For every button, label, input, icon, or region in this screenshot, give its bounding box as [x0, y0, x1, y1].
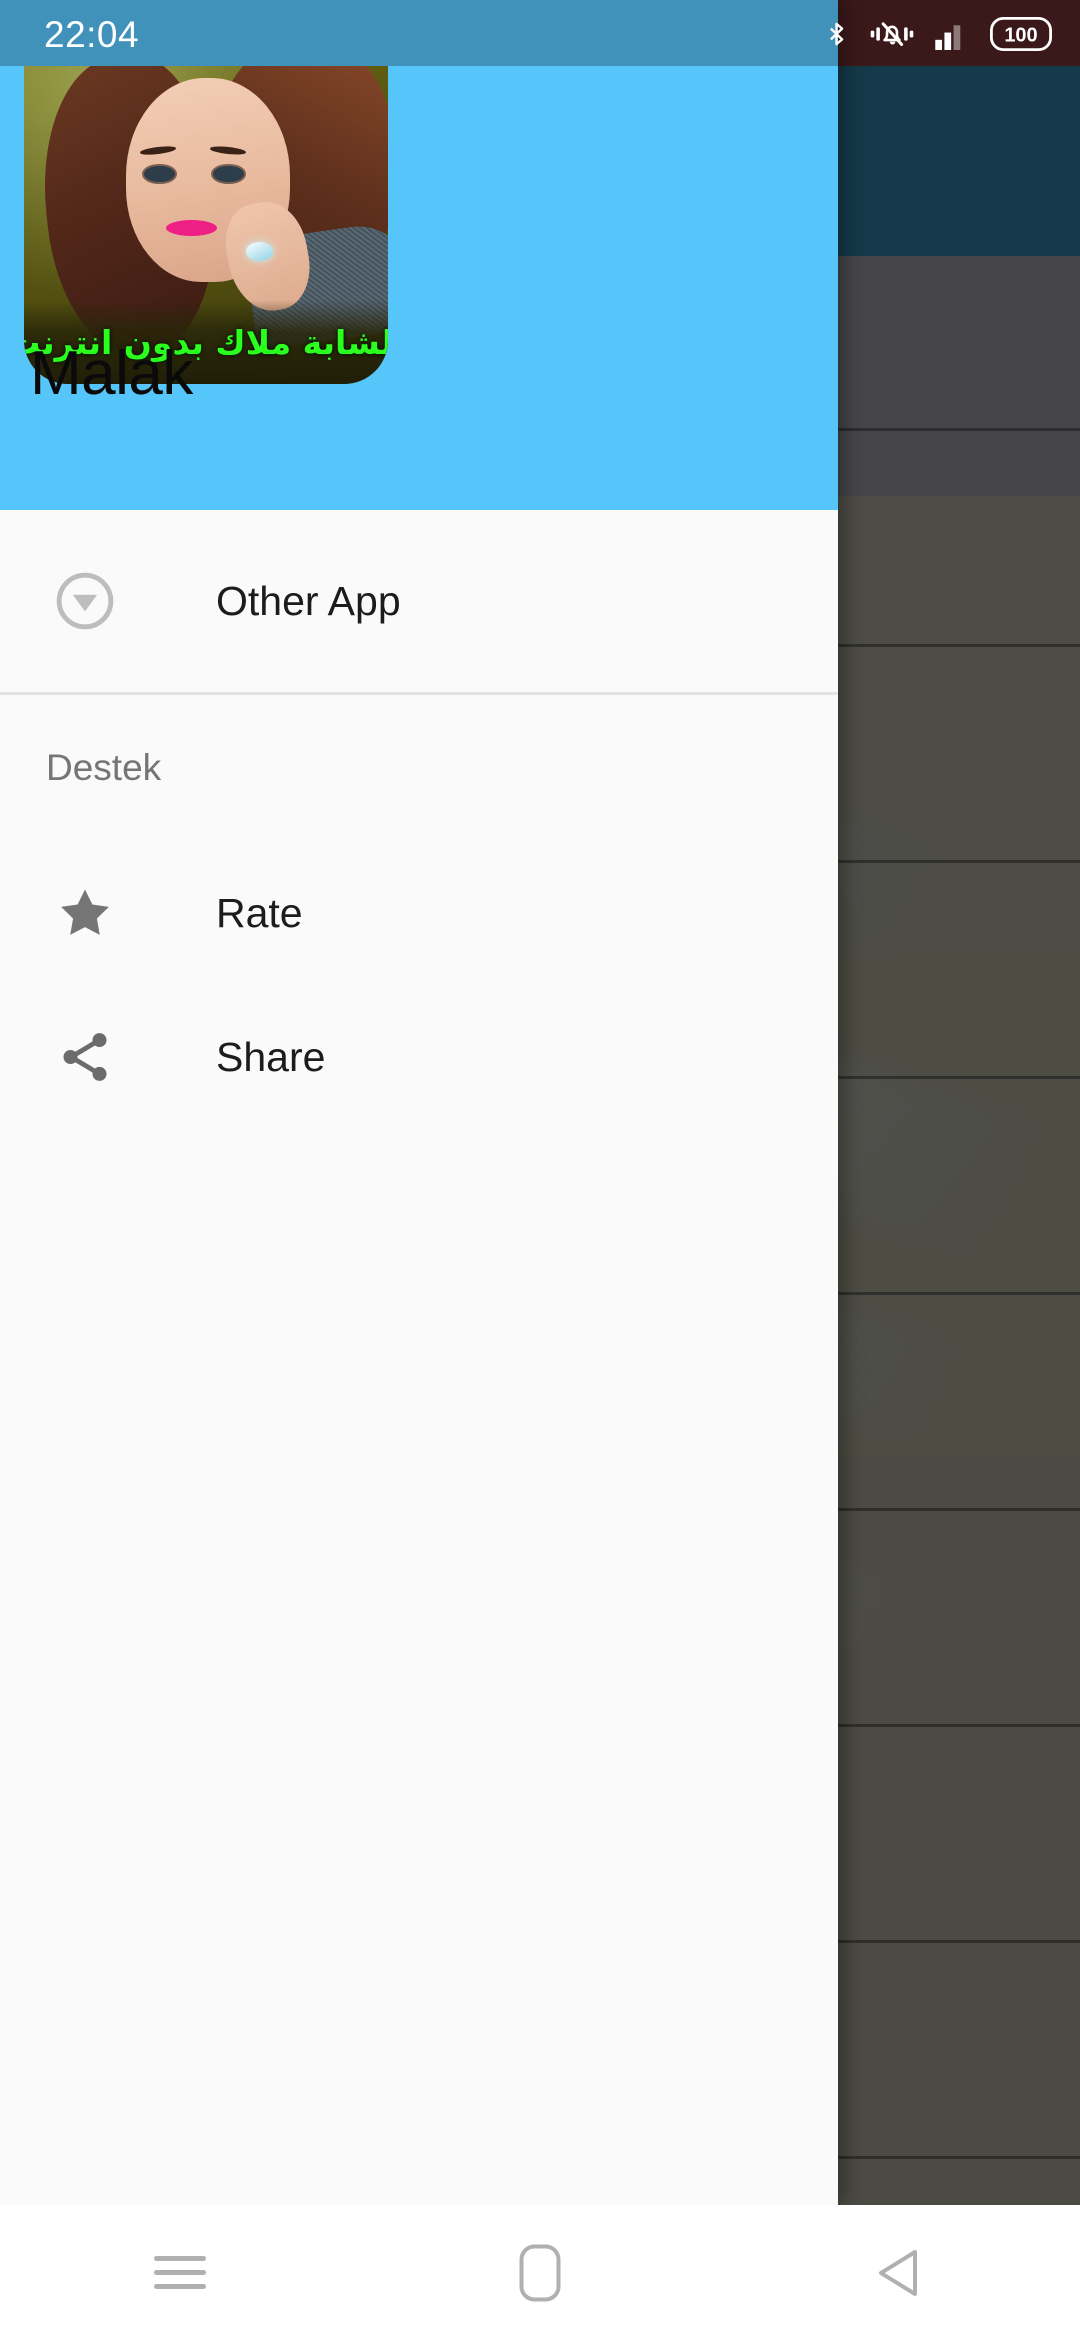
status-bar-icons: 100	[823, 14, 1052, 54]
drawer-item-label: Rate	[216, 889, 303, 936]
drawer-header: الشابة ملاك بدون انترنت Malak	[0, 20, 838, 510]
drawer-section-title: Destek	[46, 747, 162, 788]
battery-level-text: 100	[1004, 25, 1037, 47]
recents-button[interactable]	[0, 2205, 360, 2340]
phone-screen: الشابة ملاك بدون انترنت Malak Other App	[0, 0, 1080, 2340]
drawer-item-other-app[interactable]: Other App	[0, 510, 838, 692]
navigation-drawer: الشابة ملاك بدون انترنت Malak Other App	[0, 0, 838, 2205]
bluetooth-icon	[830, 22, 844, 46]
drawer-item-share[interactable]: Share	[0, 985, 838, 1129]
menu-lines-icon	[154, 2247, 206, 2298]
drawer-section-header-destek: Destek	[0, 695, 838, 841]
drawer-item-label: Share	[216, 1033, 326, 1080]
star-icon	[42, 883, 128, 943]
page-title: Malak	[30, 339, 193, 408]
drawer-menu-list: Other App Destek Rate Share	[0, 510, 838, 1129]
download-circle-icon	[42, 570, 128, 632]
home-button[interactable]	[360, 2205, 720, 2340]
back-button[interactable]	[720, 2205, 1080, 2340]
drawer-item-label: Other App	[216, 577, 401, 624]
battery-icon: 100	[990, 17, 1052, 51]
back-triangle-icon	[879, 2249, 917, 2296]
app-icon: الشابة ملاك بدون انترنت	[24, 20, 388, 384]
signal-bars-icon	[935, 25, 961, 50]
status-bar-clock: 22:04	[44, 14, 140, 55]
share-icon	[42, 1028, 128, 1086]
home-square-icon	[519, 2244, 561, 2301]
vibrate-off-icon	[870, 22, 914, 46]
android-navigation-bar	[0, 2205, 1080, 2340]
drawer-item-rate[interactable]: Rate	[0, 841, 838, 985]
